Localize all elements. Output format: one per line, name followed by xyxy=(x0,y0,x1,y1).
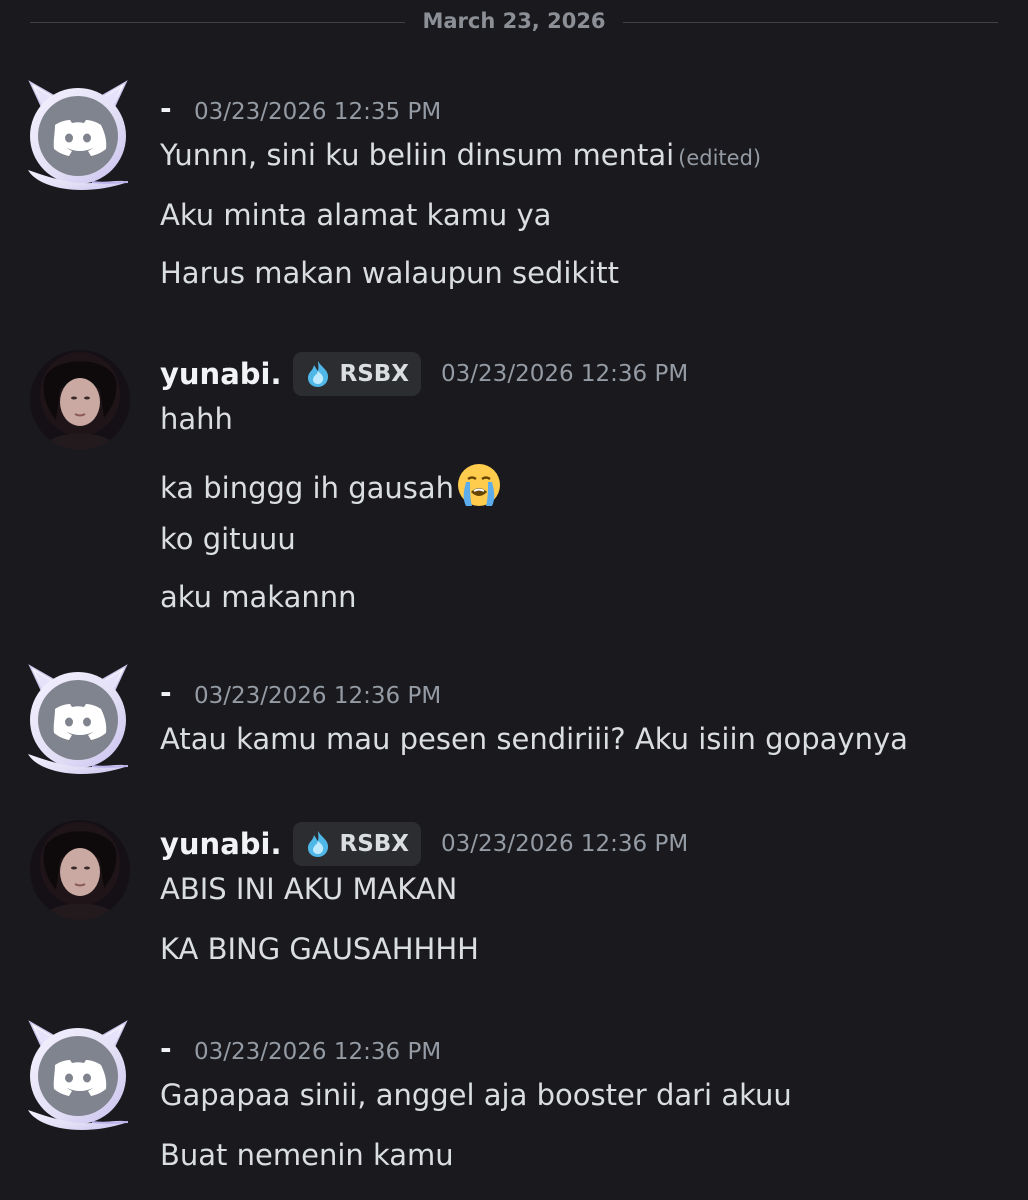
message-line: Aku minta alamat kamu ya xyxy=(160,198,552,232)
guild-tag[interactable]: RSBX xyxy=(293,822,422,866)
username[interactable]: yunabi. xyxy=(160,827,281,861)
user-avatar[interactable] xyxy=(22,1018,134,1134)
timestamp[interactable]: 03/23/2026 12:36 PM xyxy=(194,683,441,709)
message-line: Atau kamu mau pesen sendiriii? Aku isiin… xyxy=(160,722,908,756)
message-group: - 03/23/2026 12:36 PM Atau kamu mau pese… xyxy=(0,662,1028,782)
message-line: hahh xyxy=(160,402,233,436)
timestamp[interactable]: 03/23/2026 12:36 PM xyxy=(194,1039,441,1065)
message-line: Harus makan walaupun sedikitt xyxy=(160,256,619,290)
message-line: Gapapaa sinii, anggel aja booster dari a… xyxy=(160,1078,792,1112)
timestamp[interactable]: 03/23/2026 12:36 PM xyxy=(441,361,688,387)
edited-label: (edited) xyxy=(678,146,762,170)
username[interactable]: yunabi. xyxy=(160,357,281,391)
user-avatar[interactable] xyxy=(22,662,134,778)
user-avatar[interactable] xyxy=(30,350,130,450)
blue-flame-icon xyxy=(303,829,333,859)
message-header: yunabi. RSBX 03/23/2026 12:36 PM xyxy=(160,352,688,396)
guild-tag-label: RSBX xyxy=(339,361,410,387)
user-avatar[interactable] xyxy=(30,820,130,920)
message-line: KA BING GAUSAHHHH xyxy=(160,932,479,966)
message-line: ka binggg ih gausah xyxy=(160,462,502,508)
date-divider-label: March 23, 2026 xyxy=(422,9,606,33)
message-header: - 03/23/2026 12:35 PM xyxy=(160,92,441,132)
timestamp[interactable]: 03/23/2026 12:36 PM xyxy=(441,831,688,857)
blue-flame-icon xyxy=(303,359,333,389)
divider-line-right xyxy=(623,22,998,23)
guild-tag[interactable]: RSBX xyxy=(293,352,422,396)
timestamp[interactable]: 03/23/2026 12:35 PM xyxy=(194,99,441,125)
username[interactable]: - xyxy=(160,92,190,125)
chat-log: March 23, 2026 - 03/23/2026 12:35 PM Yun… xyxy=(0,0,1028,1200)
message-group: yunabi. RSBX 03/23/2026 12:36 PM hahh ka… xyxy=(0,350,1028,620)
username[interactable]: - xyxy=(160,676,190,709)
message-header: - 03/23/2026 12:36 PM xyxy=(160,676,441,716)
guild-tag-label: RSBX xyxy=(339,831,410,857)
message-group: yunabi. RSBX 03/23/2026 12:36 PM ABIS IN… xyxy=(0,820,1028,980)
message-line: ABIS INI AKU MAKAN xyxy=(160,872,458,906)
loudly-crying-face-icon[interactable] xyxy=(456,462,502,508)
message-group: - 03/23/2026 12:35 PM Yunnn, sini ku bel… xyxy=(0,78,1028,308)
message-header: yunabi. RSBX 03/23/2026 12:36 PM xyxy=(160,822,688,866)
message-line: Buat nemenin kamu xyxy=(160,1138,454,1172)
message-line: aku makannn xyxy=(160,580,357,614)
message-group: - 03/23/2026 12:36 PM Gapapaa sinii, ang… xyxy=(0,1018,1028,1198)
message-header: - 03/23/2026 12:36 PM xyxy=(160,1032,441,1072)
message-text: ka binggg ih gausah xyxy=(160,471,455,505)
date-divider: March 23, 2026 xyxy=(30,8,998,38)
message-line: Yunnn, sini ku beliin dinsum mentai (edit… xyxy=(160,138,761,172)
message-text: Yunnn, sini ku beliin dinsum mentai xyxy=(160,138,675,172)
message-line: ko gituuu xyxy=(160,522,296,556)
username[interactable]: - xyxy=(160,1032,190,1065)
user-avatar[interactable] xyxy=(22,78,134,194)
